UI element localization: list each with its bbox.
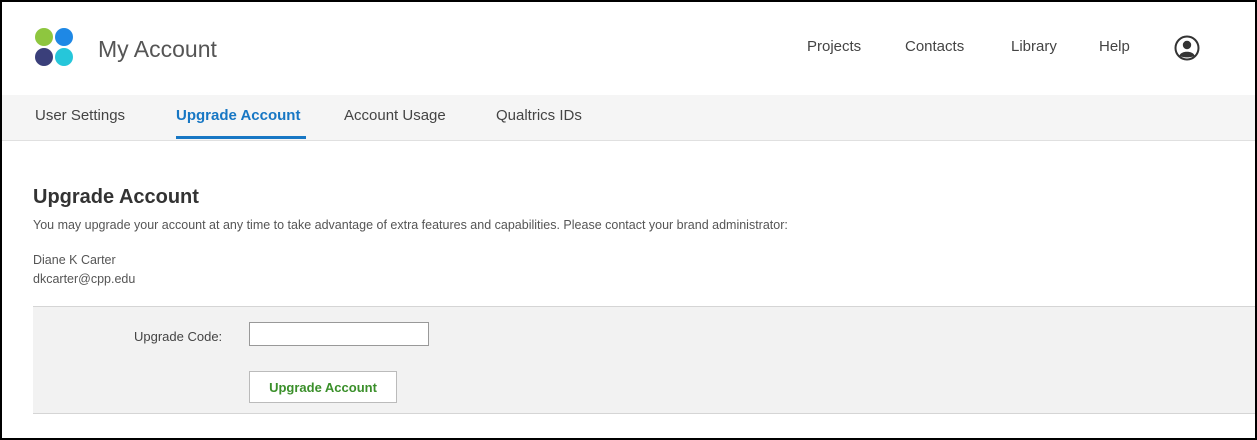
nav-projects[interactable]: Projects <box>807 38 861 55</box>
logo-dot <box>55 48 73 66</box>
tab-account-usage[interactable]: Account Usage <box>344 107 446 124</box>
app-title: My Account <box>98 36 217 62</box>
nav-contacts[interactable]: Contacts <box>905 38 964 55</box>
logo-dot <box>55 28 73 46</box>
upgrade-account-button[interactable]: Upgrade Account <box>249 371 397 403</box>
nav-library[interactable]: Library <box>1011 38 1057 55</box>
logo-dot <box>35 28 53 46</box>
top-header: My Account Projects Contacts Library Hel… <box>2 2 1255 95</box>
user-avatar-icon[interactable] <box>1174 35 1200 61</box>
active-tab-indicator <box>176 136 306 139</box>
admin-name: Diane K Carter <box>33 253 116 267</box>
upgrade-description: You may upgrade your account at any time… <box>33 218 788 232</box>
tab-qualtrics-ids[interactable]: Qualtrics IDs <box>496 107 582 124</box>
tab-user-settings[interactable]: User Settings <box>35 107 125 124</box>
logo-dot <box>35 48 53 66</box>
upgrade-form: Upgrade Code: Upgrade Account <box>33 306 1255 414</box>
upgrade-code-label: Upgrade Code: <box>134 329 223 344</box>
app-window: My Account Projects Contacts Library Hel… <box>0 0 1257 440</box>
upgrade-code-input[interactable] <box>249 322 429 346</box>
page-title: Upgrade Account <box>33 186 199 208</box>
nav-help[interactable]: Help <box>1099 38 1130 55</box>
tab-upgrade-account[interactable]: Upgrade Account <box>176 107 300 124</box>
qualtrics-logo-icon[interactable] <box>35 28 75 68</box>
admin-email: dkcarter@cpp.edu <box>33 272 136 286</box>
sub-tab-bar: User Settings Upgrade Account Account Us… <box>2 95 1255 141</box>
